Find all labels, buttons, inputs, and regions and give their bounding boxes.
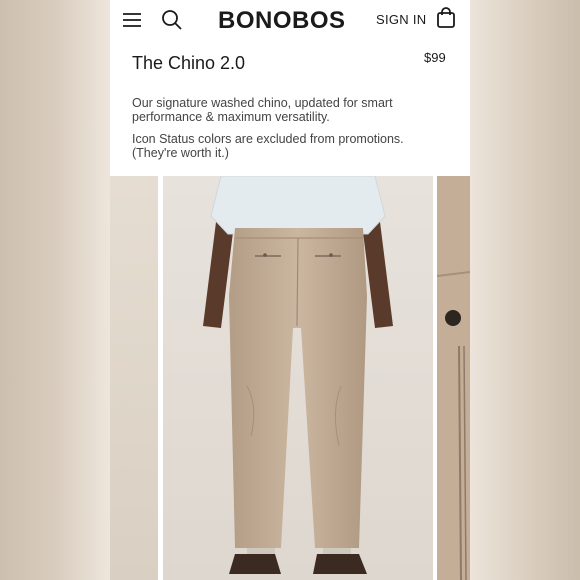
product-description: Our signature washed chino, updated for … <box>132 96 393 124</box>
product-page: BONOBOS SIGN IN The Chino 2.0 $99 Our si… <box>110 0 470 580</box>
product-price: $99 <box>424 50 446 65</box>
product-image-main[interactable] <box>163 176 433 580</box>
site-header: BONOBOS SIGN IN <box>110 0 470 40</box>
sign-in-link[interactable]: SIGN IN <box>376 12 427 27</box>
brand-logo[interactable]: BONOBOS <box>218 7 346 35</box>
shopping-bag-icon[interactable] <box>434 6 458 30</box>
chino-detail-image <box>437 176 470 580</box>
promotion-note: Icon Status colors are excluded from pro… <box>132 132 404 160</box>
search-icon[interactable] <box>160 8 184 32</box>
chino-back-view-image <box>203 176 393 574</box>
carousel-slide-previous[interactable] <box>110 176 158 580</box>
carousel-slide-next[interactable] <box>437 176 470 580</box>
product-title: The Chino 2.0 <box>132 53 246 73</box>
menu-icon[interactable] <box>120 8 144 32</box>
product-image-carousel[interactable] <box>110 176 470 580</box>
